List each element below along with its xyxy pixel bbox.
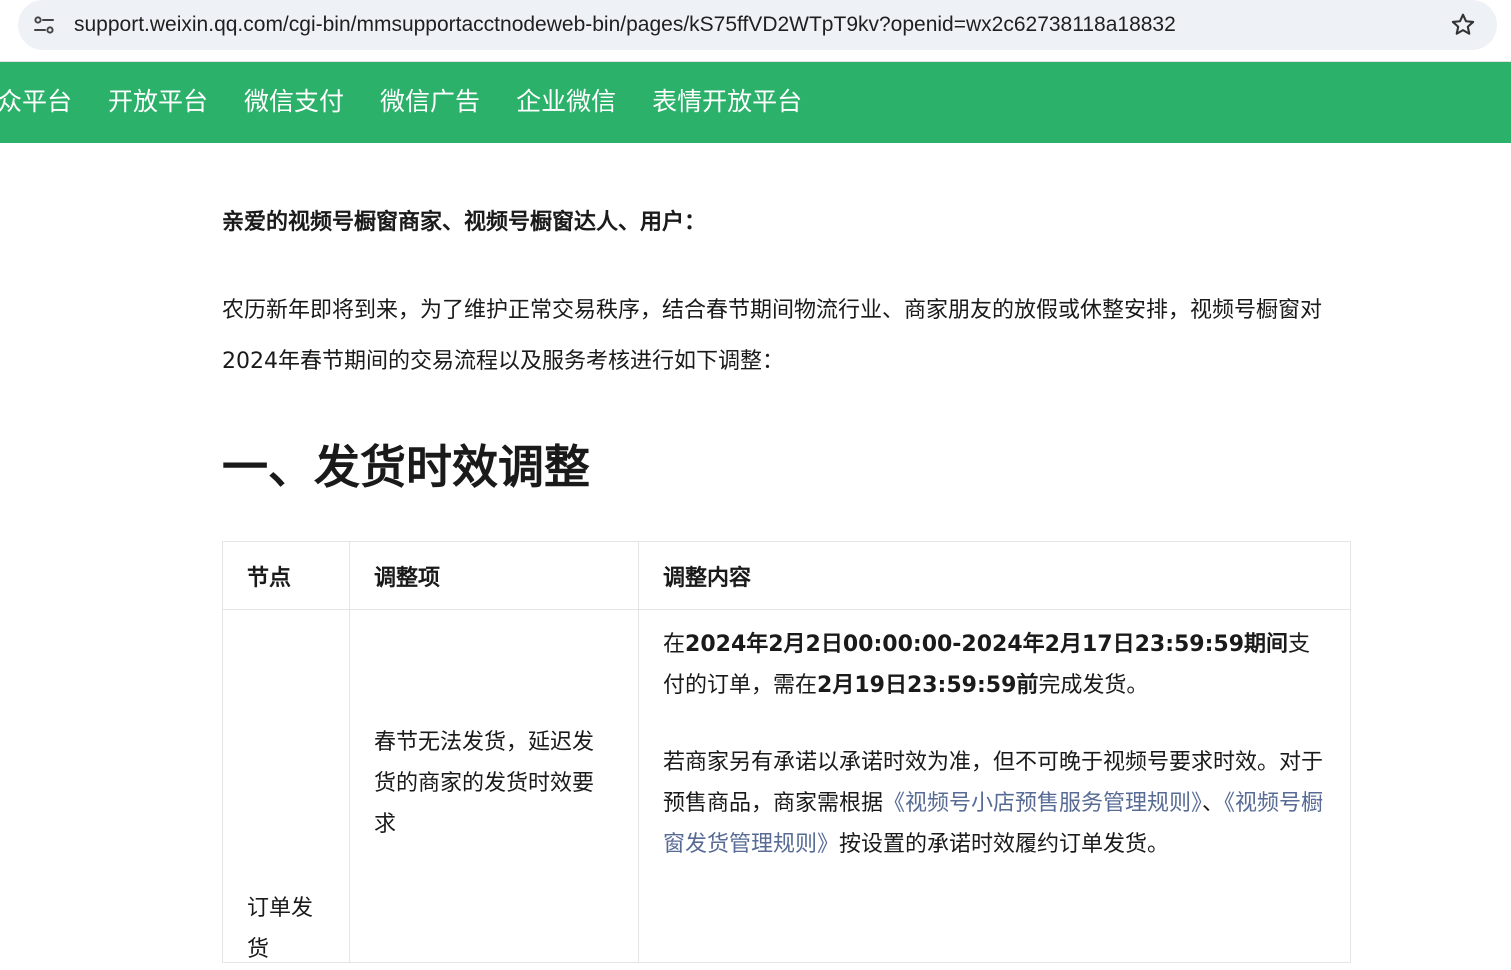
table-row: 订单发货 春节无法发货，延迟发货的商家的发货时效要求 在2024年2月2日00:… — [222, 609, 1351, 963]
text-segment: 完成发货。 — [1038, 673, 1149, 698]
nav-item-wechat-ads[interactable]: 微信广告 — [380, 86, 480, 118]
browser-toolbar: support.weixin.qq.com/cgi-bin/mmsupporta… — [0, 0, 1511, 62]
table-header-row: 节点 调整项 调整内容 — [222, 541, 1351, 610]
table-cell-item: 春节无法发货，延迟发货的商家的发货时效要求 — [349, 609, 639, 963]
adjustment-table: 节点 调整项 调整内容 订单发货 春节无法发货，延迟发货的商家的发货时效要求 在… — [222, 541, 1351, 963]
table-cell-node: 订单发货 — [222, 609, 350, 963]
nav-item-sticker-platform[interactable]: 表情开放平台 — [652, 86, 802, 118]
url-text[interactable]: support.weixin.qq.com/cgi-bin/mmsupporta… — [74, 12, 1176, 38]
intro-paragraph: 农历新年即将到来，为了维护正常交易秩序，结合春节期间物流行业、商家朋友的放假或休… — [222, 298, 1323, 374]
greeting: 亲爱的视频号橱窗商家、视频号橱窗达人、用户： — [222, 210, 707, 235]
text-segment: 在 — [663, 632, 686, 657]
table-header-item: 调整项 — [349, 541, 639, 610]
adjustment-table-wrapper: 节点 调整项 调整内容 订单发货 春节无法发货，延迟发货的商家的发货时效要求 在… — [222, 541, 1351, 963]
text-separator: 、 — [1202, 791, 1225, 816]
node-label: 订单发货 — [247, 896, 314, 962]
content-paragraph-2: 若商家另有承诺以承诺时效为准，但不可晚于视频号要求时效。对于预售商品，商家需根据… — [663, 742, 1326, 865]
nav-item-official-accounts[interactable]: 公众平台 — [0, 86, 72, 118]
nav-item-wecom[interactable]: 企业微信 — [516, 86, 616, 118]
bookmark-star-icon[interactable] — [1449, 11, 1477, 39]
top-nav-bar: 公众平台 开放平台 微信支付 微信广告 企业微信 表情开放平台 — [0, 62, 1511, 143]
bold-date-range: 2024年2月2日00:00:00-2024年2月17日23:59:59期间 — [685, 632, 1289, 657]
text-segment: 按设置的承诺时效履约订单发货。 — [839, 832, 1170, 857]
presale-rules-link[interactable]: 《视频号小店预售服务管理规则》 — [883, 791, 1202, 816]
content-paragraph-1: 在2024年2月2日00:00:00-2024年2月17日23:59:59期间支… — [663, 624, 1326, 706]
bold-deadline: 2月19日23:59:59前 — [817, 673, 1039, 698]
table-cell-content: 在2024年2月2日00:00:00-2024年2月17日23:59:59期间支… — [638, 609, 1351, 963]
address-bar[interactable]: support.weixin.qq.com/cgi-bin/mmsupporta… — [18, 0, 1497, 50]
nav-items: 公众平台 开放平台 微信支付 微信广告 企业微信 表情开放平台 — [0, 86, 838, 118]
table-header-content: 调整内容 — [638, 541, 1351, 610]
section-heading-shipping: 一、发货时效调整 — [222, 440, 590, 494]
site-info-icon[interactable] — [32, 13, 56, 37]
table-header-node: 节点 — [222, 541, 350, 610]
nav-item-open-platform[interactable]: 开放平台 — [108, 86, 208, 118]
nav-item-wechat-pay[interactable]: 微信支付 — [244, 86, 344, 118]
